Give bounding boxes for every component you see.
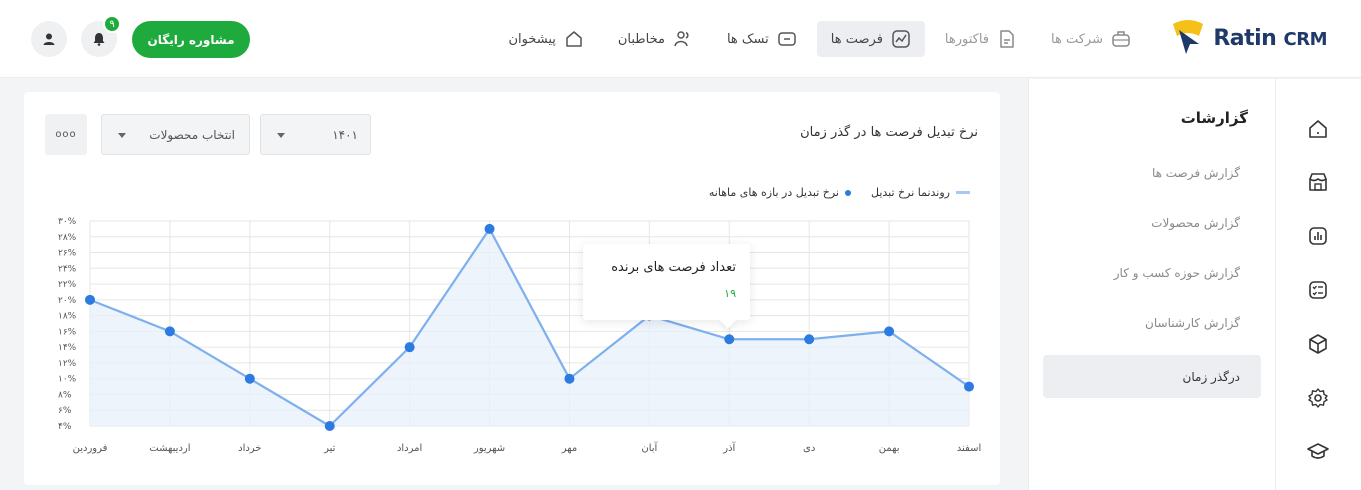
y-tick-label: ۳۰% bbox=[58, 217, 77, 227]
sidebar-item[interactable]: گزارش حوزه کسب و کار bbox=[1043, 251, 1261, 294]
x-tick-label: آذر bbox=[722, 441, 736, 454]
chart-trend-icon bbox=[892, 30, 910, 48]
nav-item[interactable]: تسک ها bbox=[713, 21, 811, 57]
sidebar-item[interactable]: درگذر زمان bbox=[1043, 355, 1261, 398]
nav-item[interactable]: فاکتورها bbox=[931, 21, 1031, 57]
nav-item-label: تسک ها bbox=[726, 31, 769, 47]
gear-icon[interactable] bbox=[1307, 387, 1329, 409]
notification-button[interactable]: ۹ bbox=[81, 15, 121, 57]
nav-item[interactable]: مخاطبان bbox=[604, 21, 707, 57]
chart-tooltip: تعداد فرصت های برنده ۱۹ bbox=[583, 244, 750, 320]
tooltip-title: تعداد فرصت های برنده bbox=[611, 260, 736, 275]
notification-count-badge: ۹ bbox=[103, 15, 121, 33]
sidebar-item-label: درگذر زمان bbox=[1182, 369, 1240, 384]
free-consultation-button[interactable]: مشاوره رایگان bbox=[132, 21, 250, 58]
main-nav: پیشخوان مخاطبان تسک ها فرصت ها فاکتورها شرکت … bbox=[494, 21, 1145, 57]
x-tick-label: فروردین bbox=[73, 443, 108, 454]
user-icon bbox=[43, 33, 55, 45]
document-icon bbox=[1000, 30, 1014, 48]
data-point bbox=[804, 334, 815, 345]
data-point bbox=[404, 342, 415, 353]
y-tick-label: ۱۲% bbox=[58, 359, 77, 369]
x-tick-label: آبان bbox=[641, 441, 658, 454]
sidebar-item-label: گزارش محصولات bbox=[1151, 215, 1240, 230]
nav-item[interactable]: فرصت ها bbox=[816, 21, 925, 57]
brand-name: Ratin CRM bbox=[1213, 25, 1327, 51]
y-tick-label: ۲۸% bbox=[58, 233, 77, 243]
report-card: نرخ تبدیل فرصت ها در گذر زمان ۱۴۰۱ انتخا… bbox=[24, 92, 1000, 485]
y-tick-label: ۶% bbox=[58, 406, 72, 416]
data-point bbox=[724, 334, 735, 345]
data-point bbox=[85, 294, 95, 305]
graduation-cap-icon[interactable] bbox=[1307, 441, 1329, 463]
home-icon bbox=[566, 31, 582, 47]
user-avatar-button[interactable] bbox=[31, 21, 67, 57]
nav-item-label: مخاطبان bbox=[617, 31, 665, 47]
logo-mark-icon bbox=[1173, 20, 1204, 54]
checklist-icon[interactable] bbox=[1307, 279, 1329, 301]
data-point bbox=[164, 326, 175, 337]
bar-chart-icon[interactable] bbox=[1307, 225, 1329, 247]
brand-logo[interactable]: Ratin CRM bbox=[1171, 20, 1328, 56]
x-tick-label: شهریور bbox=[473, 443, 505, 454]
y-tick-label: ۱۸% bbox=[58, 312, 77, 322]
top-bar: Ratin CRM پیشخوان مخاطبان تسک ها فرصت ها فاک… bbox=[0, 0, 1361, 78]
box-icon[interactable] bbox=[1307, 333, 1329, 355]
nav-item-label: فاکتورها bbox=[944, 31, 990, 47]
x-tick-label: اردیبهشت bbox=[149, 443, 190, 454]
store-icon[interactable] bbox=[1307, 171, 1329, 193]
x-tick-label: تیر bbox=[323, 443, 336, 454]
nav-item-label: فرصت ها bbox=[830, 31, 883, 47]
y-tick-label: ۲۰% bbox=[58, 296, 77, 306]
sidebar-item[interactable]: گزارش کارشناسان bbox=[1043, 301, 1261, 344]
sidebar-title: گزارشات bbox=[1180, 109, 1248, 127]
sidebar-item-label: گزارش فرصت ها bbox=[1151, 165, 1240, 180]
y-tick-label: ۲۲% bbox=[58, 280, 77, 290]
folder-icon bbox=[778, 32, 796, 46]
data-point bbox=[484, 223, 495, 234]
data-point bbox=[884, 326, 895, 337]
sidebar-item-label: گزارش کارشناسان bbox=[1145, 315, 1240, 330]
y-tick-label: ۱۶% bbox=[58, 327, 77, 337]
briefcase-icon bbox=[1112, 31, 1130, 47]
nav-item[interactable]: پیشخوان bbox=[494, 21, 597, 57]
x-tick-label: دی bbox=[803, 443, 815, 454]
nav-item-label: شرکت ها bbox=[1051, 31, 1103, 47]
x-tick-label: خرداد bbox=[238, 443, 261, 454]
x-tick-label: امرداد bbox=[397, 443, 422, 454]
y-tick-label: ۱۴% bbox=[58, 343, 77, 353]
icon-rail bbox=[1275, 79, 1361, 490]
y-tick-label: ۲۶% bbox=[58, 249, 77, 259]
data-point bbox=[564, 373, 575, 384]
y-tick-label: ۴% bbox=[58, 422, 72, 432]
x-tick-label: اسفند bbox=[957, 443, 981, 454]
data-point bbox=[324, 421, 335, 431]
y-tick-label: ۲۴% bbox=[58, 264, 77, 274]
reports-sidebar: گزارشات گزارش فرصت ها گزارش محصولات گزارش … bbox=[1028, 79, 1275, 490]
conversion-rate-chart: ۴% ۶% ۸% ۱۰% ۱۲% ۱۴% ۱۶% ۱۸% ۲۰% ۲۲% ۲۴% ۲۶% ۲۸% ۳۰% ف… bbox=[58, 217, 981, 454]
sidebar-item-label: گزارش حوزه کسب و کار bbox=[1113, 265, 1240, 280]
y-tick-label: ۸% bbox=[58, 390, 72, 400]
users-icon bbox=[674, 31, 689, 47]
bell-icon bbox=[93, 33, 105, 46]
tooltip-value: ۱۹ bbox=[724, 287, 736, 300]
series-area-fill bbox=[90, 228, 969, 426]
home-icon[interactable] bbox=[1307, 118, 1329, 140]
data-point bbox=[244, 373, 255, 384]
sidebar-item[interactable]: گزارش فرصت ها bbox=[1043, 151, 1261, 194]
nav-item-label: پیشخوان bbox=[508, 31, 556, 47]
y-tick-label: ۱۰% bbox=[58, 375, 77, 385]
x-tick-label: مهر bbox=[561, 443, 577, 454]
sidebar-item[interactable]: گزارش محصولات bbox=[1043, 201, 1261, 244]
x-tick-label: بهمن bbox=[879, 443, 900, 454]
nav-item[interactable]: شرکت ها bbox=[1037, 21, 1145, 57]
data-point bbox=[964, 381, 974, 392]
